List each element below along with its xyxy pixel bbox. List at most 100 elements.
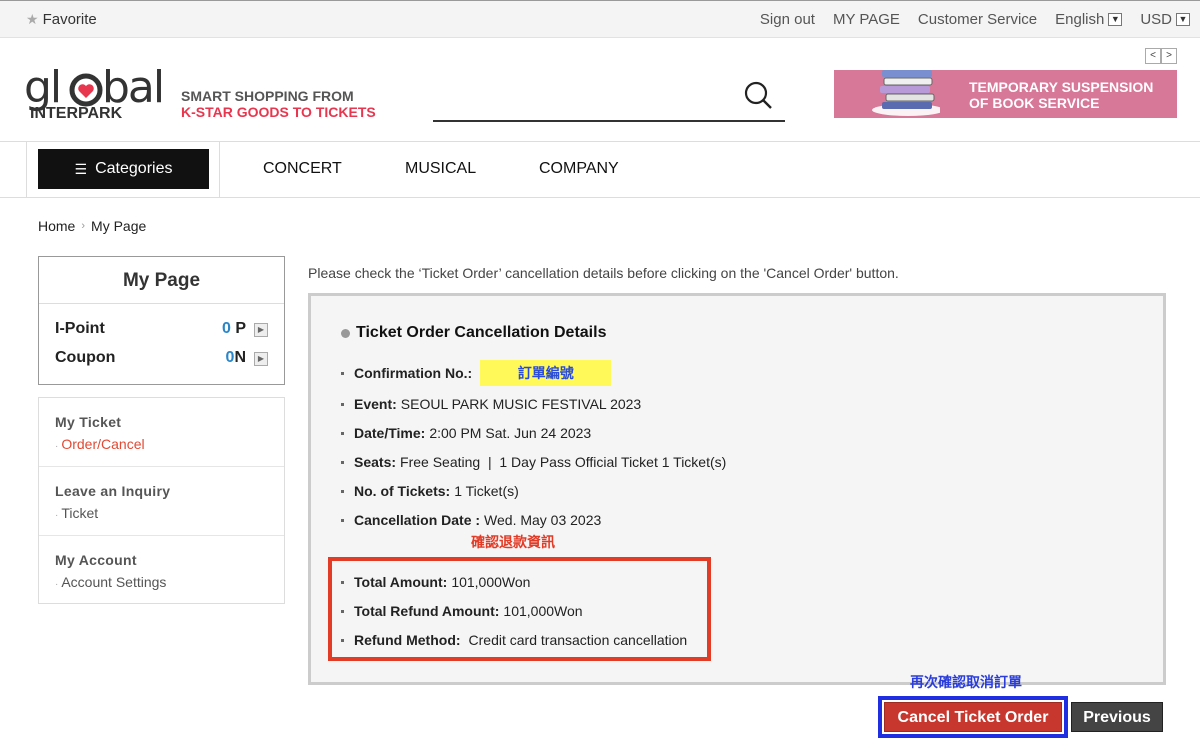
detail-value: 2:00 PM Sat. Jun 24 2023 <box>429 425 592 441</box>
tagline: SMART SHOPPING FROM K-STAR GOODS TO TICK… <box>181 88 376 120</box>
currency-select[interactable]: USD ▼ <box>1140 11 1190 28</box>
top-utility-bar: ★ Favorite Sign out MY PAGE Customer Ser… <box>0 0 1200 38</box>
banner-line-1: TEMPORARY SUSPENSION <box>969 79 1154 95</box>
sidebar-group-my-account: My Account · Account Settings <box>39 536 284 605</box>
top-links: Sign out MY PAGE Customer Service Englis… <box>760 11 1190 28</box>
sidebar-item-label: Account Settings <box>61 574 167 590</box>
detail-refund-amount: Total Refund Amount: 101,000Won <box>341 603 583 619</box>
chevron-down-icon: ▼ <box>1176 13 1190 26</box>
search-icon[interactable] <box>743 80 773 110</box>
detail-value: Free Seating | 1 Day Pass Official Ticke… <box>400 454 727 470</box>
detail-value: 101,000Won <box>451 574 531 590</box>
confirm-cancel-annotation: 再次確認取消訂單 <box>910 674 1022 690</box>
tagline-line-2: K-STAR GOODS TO TICKETS <box>181 104 376 120</box>
customer-service-link[interactable]: Customer Service <box>918 11 1037 28</box>
sidebar-group-inquiry: Leave an Inquiry · Ticket <box>39 467 284 536</box>
currency-value: USD <box>1140 11 1172 28</box>
detail-label: Cancellation Date : <box>354 512 481 528</box>
sidebar-title: My Page <box>39 257 284 304</box>
previous-button[interactable]: Previous <box>1071 702 1163 732</box>
breadcrumb: Home › My Page <box>38 218 146 234</box>
detail-value: Credit card transaction cancellation <box>468 632 688 648</box>
sidebar-item-order-cancel[interactable]: · Order/Cancel <box>55 436 284 452</box>
detail-label: No. of Tickets: <box>354 483 451 499</box>
nav-item-concert[interactable]: CONCERT <box>263 160 342 178</box>
tagline-line-1: SMART SHOPPING FROM <box>181 88 354 104</box>
sidebar-item-label: Ticket <box>61 505 99 521</box>
cancel-ticket-order-button[interactable]: Cancel Ticket Order <box>884 702 1062 732</box>
promo-banner[interactable]: TEMPORARY SUSPENSION OF BOOK SERVICE <box>834 70 1177 118</box>
menu-icon: ☰ <box>74 160 88 177</box>
sidebar-menu: My Ticket · Order/Cancel Leave an Inquiry… <box>38 397 285 604</box>
coupon-value: 0N <box>226 349 246 367</box>
detail-value: SEOUL PARK MUSIC FESTIVAL 2023 <box>400 396 642 412</box>
bullet-icon <box>341 328 350 338</box>
site-header: gl bal INTERPARK SMART SHOPPING FROM K-S… <box>0 38 1200 142</box>
detail-total-amount: Total Amount: 101,000Won <box>341 574 530 590</box>
nav-item-musical[interactable]: MUSICAL <box>405 160 476 178</box>
favorite-link[interactable]: ★ Favorite <box>26 11 97 28</box>
ipoint-arrow-icon[interactable]: ▶ <box>254 323 268 337</box>
detail-label: Refund Method: <box>354 632 461 648</box>
detail-label: Confirmation No.: <box>354 365 473 381</box>
detail-label: Seats: <box>354 454 397 470</box>
coupon-row: Coupon 0N ▶ <box>55 349 268 371</box>
detail-cancellation-date: Cancellation Date : Wed. May 03 2023 <box>341 512 601 528</box>
sidebar-group-my-ticket: My Ticket · Order/Cancel <box>39 398 284 467</box>
language-select[interactable]: English ▼ <box>1055 11 1123 28</box>
sidebar-group-title: My Account <box>55 552 137 568</box>
confirmation-number-highlight: 訂單編號 <box>480 360 612 386</box>
favorite-label: Favorite <box>42 11 97 28</box>
mypage-summary-box: My Page I-Point 0 P ▶ Coupon 0N ▶ <box>38 256 285 385</box>
sidebar-group-title: Leave an Inquiry <box>55 483 171 499</box>
breadcrumb-current: My Page <box>91 218 147 234</box>
sign-out-link[interactable]: Sign out <box>760 11 815 28</box>
banner-prev-button[interactable]: < <box>1145 48 1161 64</box>
detail-refund-method: Refund Method: Credit card transaction c… <box>341 632 687 648</box>
cancellation-details-panel: Ticket Order Cancellation Details Confir… <box>308 293 1166 685</box>
banner-text: TEMPORARY SUSPENSION OF BOOK SERVICE <box>969 79 1153 111</box>
chevron-right-icon: › <box>81 220 86 232</box>
sidebar-item-label: Order/Cancel <box>61 436 145 452</box>
svg-text:INTERPARK: INTERPARK <box>30 105 123 120</box>
detail-event: Event: SEOUL PARK MUSIC FESTIVAL 2023 <box>341 396 641 412</box>
banner-next-button[interactable]: > <box>1161 48 1177 64</box>
chevron-down-icon: ▼ <box>1108 13 1123 26</box>
categories-label: Categories <box>95 160 173 177</box>
ipoint-unit: P <box>230 320 246 337</box>
search-input[interactable] <box>433 76 785 122</box>
sidebar-item-account-settings[interactable]: · Account Settings <box>55 574 284 590</box>
cancellation-notice: Please check the ‘Ticket Order’ cancella… <box>308 265 899 281</box>
global-interpark-logo[interactable]: gl bal INTERPARK <box>24 62 174 122</box>
detail-value: Wed. May 03 2023 <box>484 512 602 528</box>
my-page-link[interactable]: MY PAGE <box>833 11 900 28</box>
coupon-label: Coupon <box>55 349 116 366</box>
sidebar-group-title: My Ticket <box>55 414 122 430</box>
banner-nav: < > <box>1145 48 1177 64</box>
refund-info-annotation: 確認退款資訊 <box>471 534 555 550</box>
sidebar-item-ticket[interactable]: · Ticket <box>55 505 284 521</box>
detail-label: Date/Time: <box>354 425 426 441</box>
banner-line-2: OF BOOK SERVICE <box>969 95 1100 111</box>
language-value: English <box>1055 11 1105 28</box>
ipoint-label: I-Point <box>55 320 105 337</box>
detail-value: 101,000Won <box>503 603 583 619</box>
nav-item-company[interactable]: COMPANY <box>539 160 619 178</box>
detail-datetime: Date/Time: 2:00 PM Sat. Jun 24 2023 <box>341 425 591 441</box>
detail-confirmation: Confirmation No.: 訂單編號 <box>341 360 612 386</box>
detail-seats: Seats: Free Seating | 1 Day Pass Officia… <box>341 454 726 470</box>
logo-graphic: gl bal INTERPARK <box>24 62 165 122</box>
detail-value: 1 Ticket(s) <box>454 483 519 499</box>
categories-button[interactable]: ☰ Categories <box>38 149 209 189</box>
detail-tickets: No. of Tickets: 1 Ticket(s) <box>341 483 519 499</box>
books-icon <box>872 70 940 116</box>
coupon-arrow-icon[interactable]: ▶ <box>254 352 268 366</box>
breadcrumb-home[interactable]: Home <box>38 218 75 234</box>
panel-title: Ticket Order Cancellation Details <box>341 324 606 342</box>
ipoint-row: I-Point 0 P ▶ <box>55 320 268 342</box>
ipoint-value: 0 P <box>222 320 246 338</box>
detail-label: Total Refund Amount: <box>354 603 500 619</box>
star-icon: ★ <box>26 11 39 27</box>
coupon-unit: N <box>234 349 246 366</box>
detail-label: Total Amount: <box>354 574 448 590</box>
